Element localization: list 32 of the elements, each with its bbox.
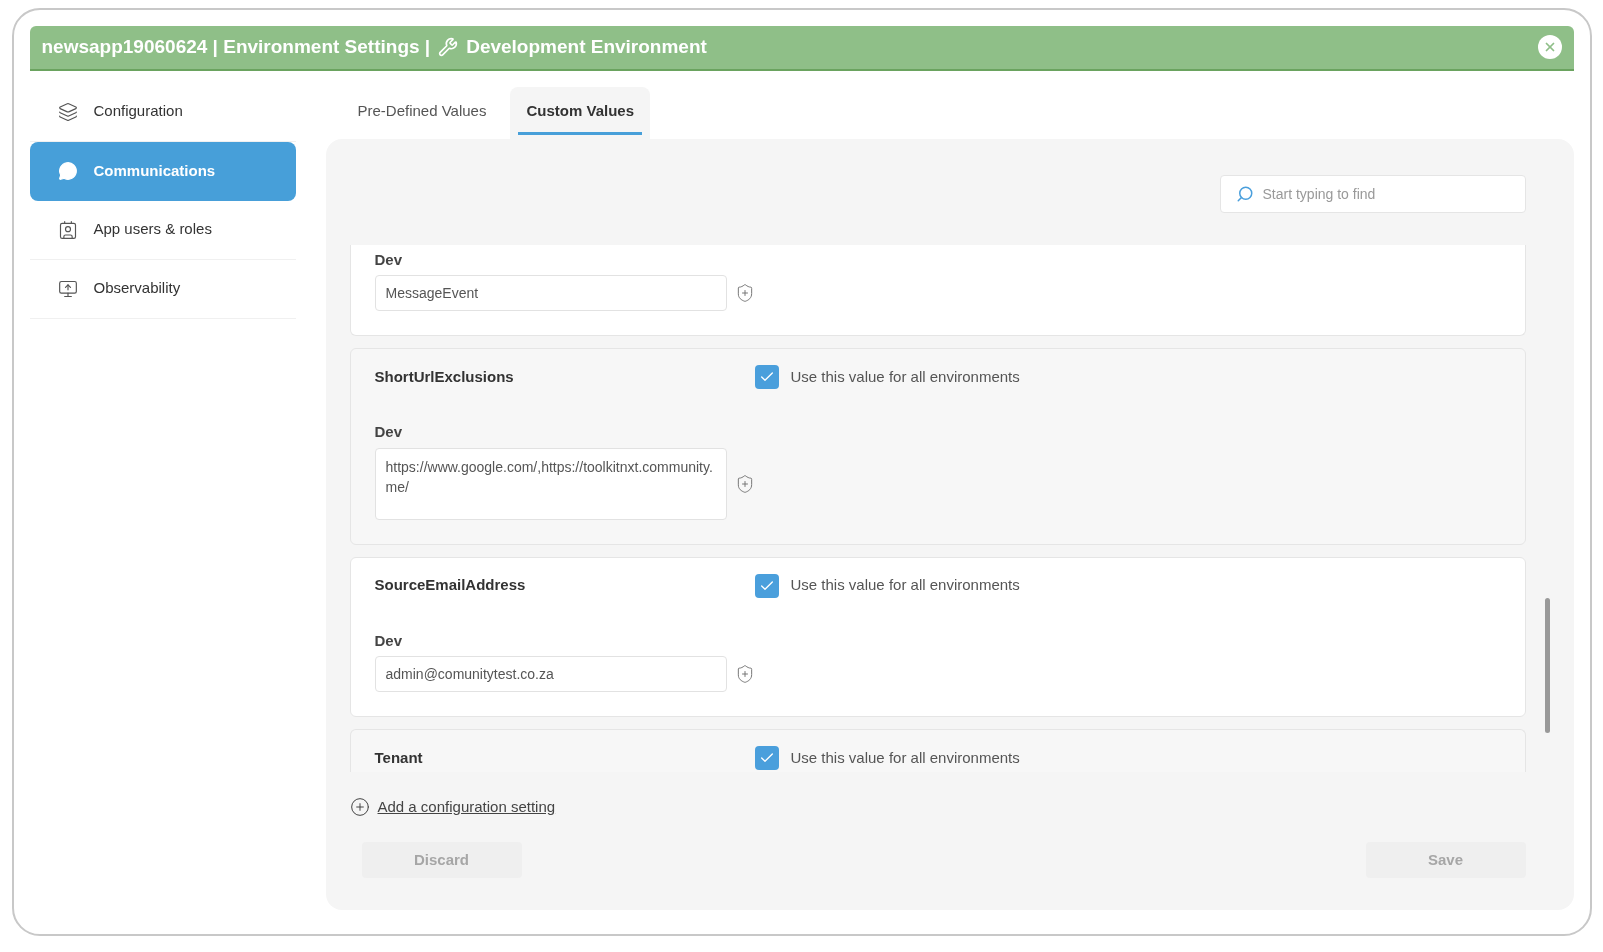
setting-name: ShortUrlExclusions (374, 366, 515, 387)
checkbox-label: Use this value for all environments (790, 575, 1020, 596)
checkbox-label: Use this value for all environments (790, 366, 1020, 387)
value-field[interactable]: MessageEvent (374, 275, 727, 311)
setting-name: Tenant (374, 747, 424, 768)
checkbox[interactable] (754, 746, 779, 770)
scrollbar-thumb[interactable] (1544, 597, 1550, 733)
add-icon[interactable] (349, 796, 370, 817)
environment-title: Development Environment (466, 35, 707, 59)
tab[interactable]: Pre-Defined Values (341, 86, 503, 139)
chat-bubble-icon (57, 161, 78, 181)
checkbox[interactable] (754, 365, 779, 389)
environment-label: Dev (374, 422, 404, 442)
search-field[interactable]: Start typing to find (1219, 174, 1526, 213)
sidebar-item[interactable]: Configuration (29, 82, 296, 142)
close-button[interactable] (1537, 35, 1562, 60)
checkbox[interactable] (754, 573, 779, 598)
environment-label: Dev (374, 630, 404, 651)
value-field[interactable]: admin@comunitytest.co.za (374, 656, 727, 692)
value-field[interactable]: https://www.google.com/,https://toolkitnxt.community.me/ (374, 447, 727, 520)
tab[interactable]: Custom Values (510, 86, 650, 139)
checkbox-label: Use this value for all environments (790, 747, 1020, 768)
setting-name: SourceEmailAddress (374, 575, 527, 596)
layers-icon (57, 101, 78, 122)
environment-label: Dev (374, 249, 404, 270)
sidebar-item[interactable]: App users & roles (29, 200, 296, 260)
search-icon (1235, 184, 1254, 203)
window-title: newsapp19060624 | Environment Settings | (41, 35, 431, 59)
sidebar-item[interactable]: Observability (29, 259, 296, 319)
add-setting-link[interactable]: Add a configuration setting (377, 795, 556, 818)
people-card-icon (57, 219, 78, 240)
tools-icon (438, 37, 459, 58)
